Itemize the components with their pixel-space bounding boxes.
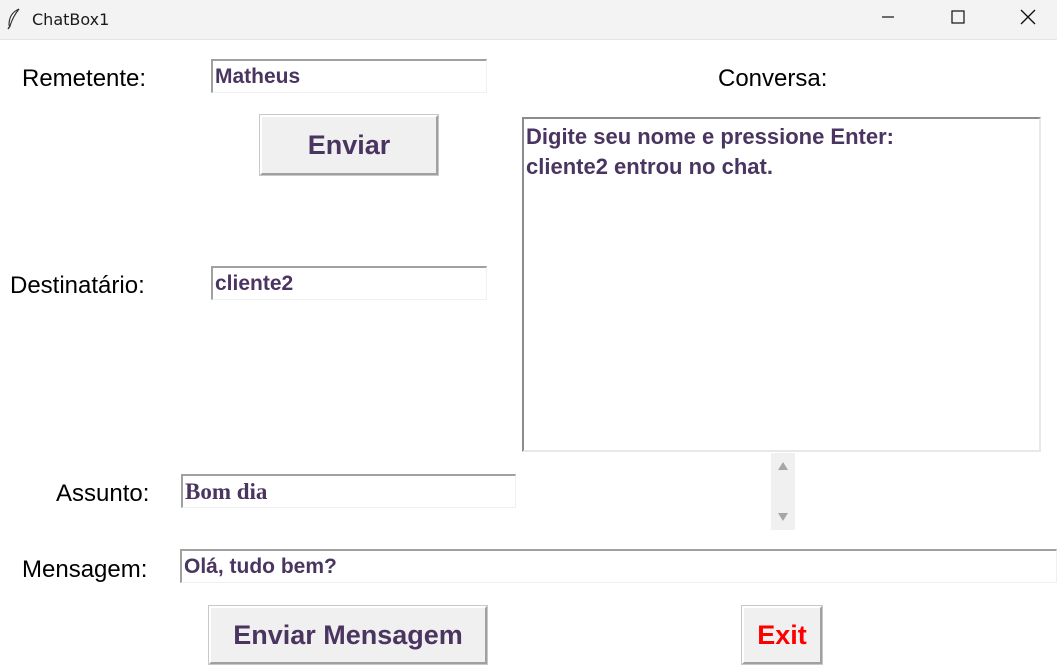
scroll-down-arrow-icon[interactable] [777, 512, 789, 522]
mensagem-value: Olá, tudo bem? [184, 555, 337, 578]
minimize-button[interactable] [853, 0, 923, 34]
remetente-field[interactable]: Matheus [211, 59, 487, 93]
enviar-mensagem-button[interactable]: Enviar Mensagem [208, 605, 488, 665]
enviar-button-label: Enviar [307, 129, 391, 160]
assunto-label: Assunto: [56, 480, 150, 507]
exit-button[interactable]: Exit [741, 605, 823, 665]
exit-button-label: Exit [757, 619, 807, 650]
conversa-line: Digite seu nome e pressione Enter: [526, 124, 894, 149]
title-bar: ChatBox1 [0, 0, 1057, 40]
feather-icon [7, 8, 20, 30]
remetente-value: Matheus [215, 65, 301, 88]
assunto-field[interactable]: Bom dia [181, 474, 516, 508]
close-icon [1020, 9, 1036, 25]
conversa-textbox[interactable]: Digite seu nome e pressione Enter: clien… [522, 117, 1041, 452]
maximize-icon [951, 10, 965, 24]
assunto-value: Bom dia [185, 479, 268, 504]
destinatario-value: cliente2 [215, 272, 294, 295]
mensagem-field[interactable]: Olá, tudo bem? [180, 549, 1057, 583]
close-window-button[interactable] [993, 0, 1057, 34]
mensagem-label: Mensagem: [22, 556, 148, 583]
enviar-button[interactable]: Enviar [259, 114, 439, 176]
enviar-mensagem-button-label: Enviar Mensagem [233, 619, 463, 650]
window-client-area: Remetente: Matheus Enviar Conversa: Digi… [0, 41, 1057, 667]
minimize-icon [882, 16, 894, 18]
destinatario-label: Destinatário: [10, 272, 145, 299]
conversa-scrollbar[interactable] [771, 453, 795, 530]
conversa-label: Conversa: [718, 65, 828, 92]
conversa-line: cliente2 entrou no chat. [526, 154, 773, 179]
remetente-label: Remetente: [22, 65, 147, 92]
destinatario-field[interactable]: cliente2 [211, 266, 487, 300]
scroll-up-arrow-icon[interactable] [777, 461, 789, 471]
maximize-button[interactable] [923, 0, 993, 34]
window-title: ChatBox1 [32, 10, 110, 29]
